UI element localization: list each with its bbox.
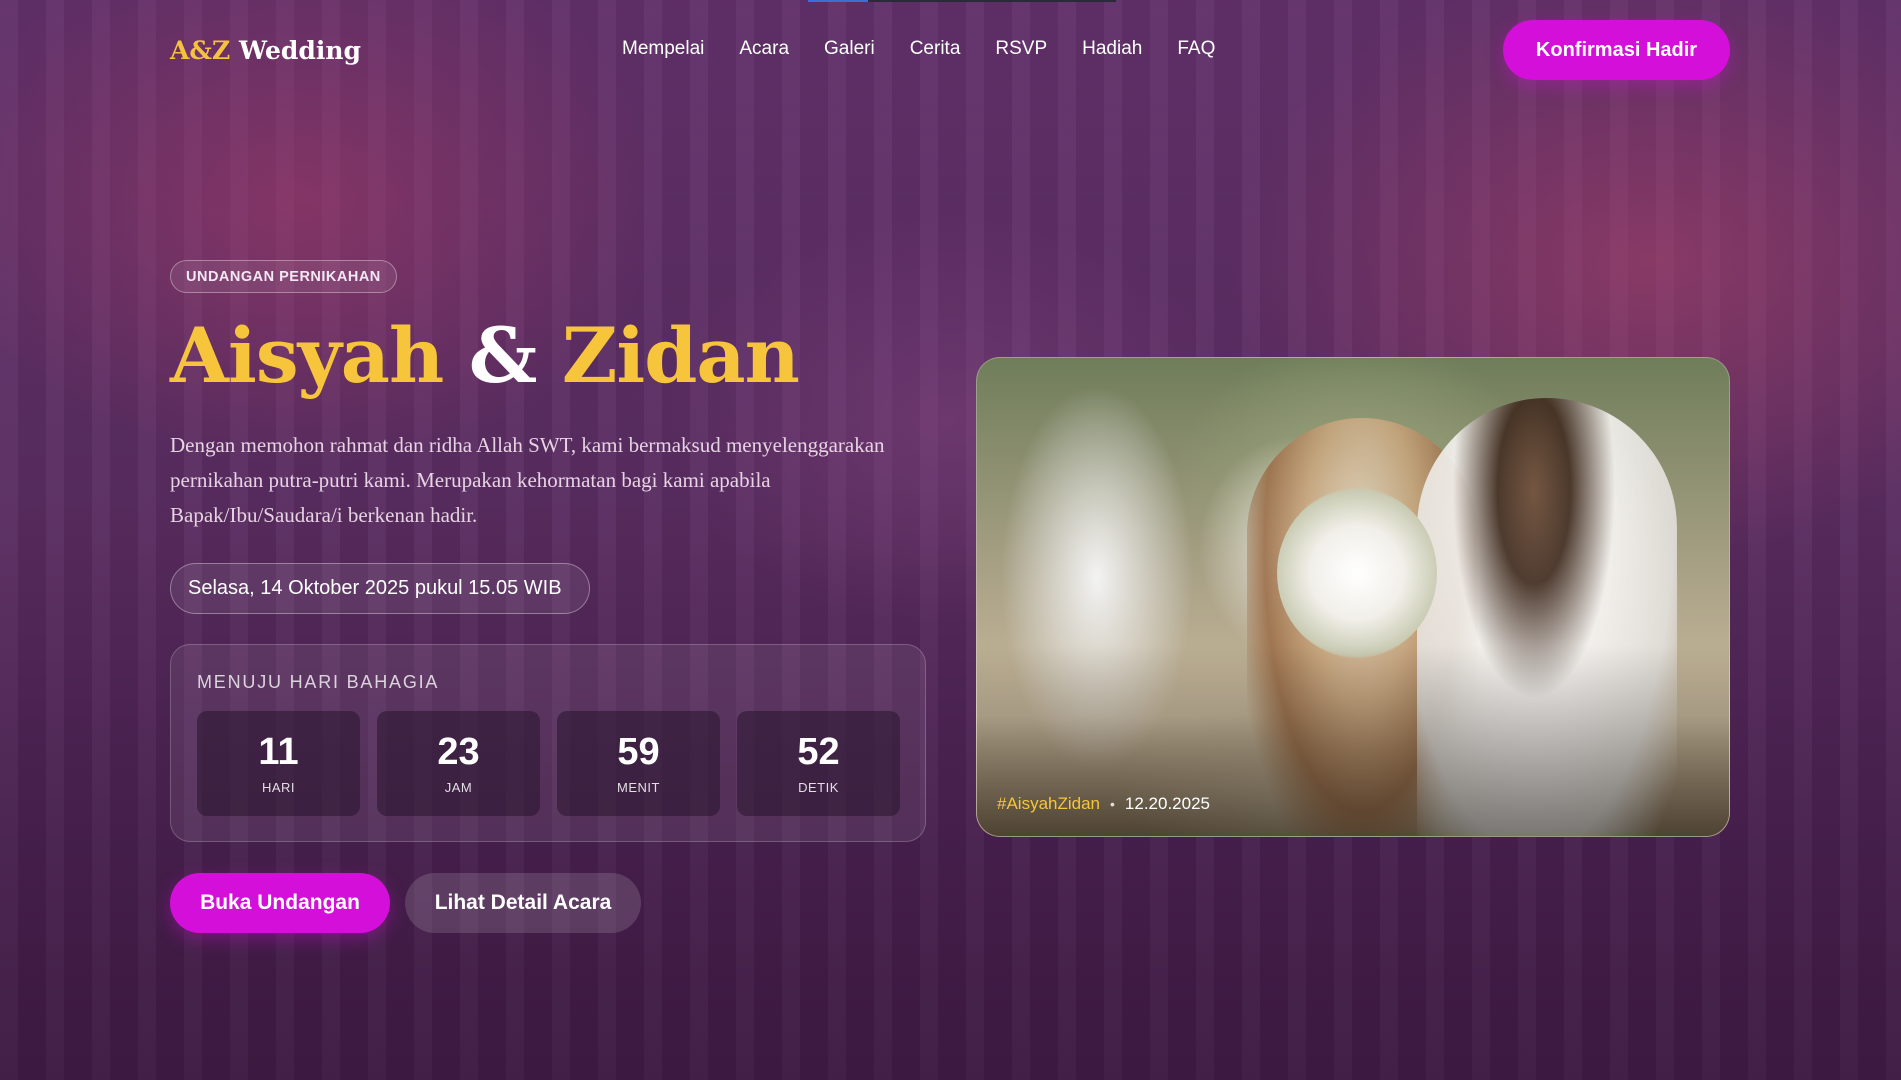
ampersand: &	[468, 311, 538, 400]
nav-item-mempelai[interactable]: Mempelai	[622, 38, 704, 60]
photo-hashtag: #AisyahZidan	[997, 794, 1101, 813]
countdown-value: 11	[258, 730, 299, 773]
countdown-title: MENUJU HARI BAHAGIA	[197, 672, 440, 692]
groom-name: Zidan	[561, 311, 800, 400]
photo-date: 12.20.2025	[1124, 794, 1211, 813]
photo-caption: #AisyahZidan • 12.20.2025	[997, 794, 1210, 814]
brand-logo[interactable]: A&Z Wedding	[170, 36, 361, 65]
countdown-hours: 23 JAM	[377, 711, 540, 816]
countdown-days: 11 HARI	[197, 711, 360, 816]
countdown-seconds: 52 DETIK	[737, 711, 900, 816]
nav-item-galeri[interactable]: Galeri	[824, 38, 875, 60]
top-progress-indicator	[808, 0, 1116, 2]
event-datetime: Selasa, 14 Oktober 2025 pukul 15.05 WIB	[170, 563, 590, 614]
photo-shade	[977, 358, 1729, 836]
brand-word: Wedding	[238, 36, 361, 65]
open-invitation-button[interactable]: Buka Undangan	[170, 873, 390, 933]
invitation-intro: Dengan memohon rahmat dan ridha Allah SW…	[170, 433, 885, 527]
countdown-label: JAM	[444, 779, 473, 795]
confirm-attendance-button[interactable]: Konfirmasi Hadir	[1503, 20, 1730, 80]
nav-item-cerita[interactable]: Cerita	[910, 38, 961, 60]
countdown-value: 59	[617, 730, 660, 773]
countdown-value: 52	[797, 730, 840, 773]
nav-item-acara[interactable]: Acara	[739, 38, 789, 60]
wedding-couple-photo: #AisyahZidan • 12.20.2025	[976, 357, 1730, 837]
event-details-button[interactable]: Lihat Detail Acara	[405, 873, 641, 933]
separator-dot: •	[1110, 796, 1115, 812]
countdown-label: DETIK	[798, 779, 839, 795]
countdown-panel: MENUJU HARI BAHAGIA 11 HARI 23 JAM 59 ME…	[170, 644, 926, 842]
brand-monogram: A&Z	[170, 36, 231, 65]
nav-item-rsvp[interactable]: RSVP	[995, 38, 1047, 60]
couple-names: Aisyah & Zidan	[170, 318, 800, 394]
nav-item-hadiah[interactable]: Hadiah	[1082, 38, 1142, 60]
countdown-minutes: 59 MENIT	[557, 711, 720, 816]
invitation-badge: UNDANGAN PERNIKAHAN	[170, 260, 397, 293]
main-nav: Mempelai Acara Galeri Cerita RSVP Hadiah…	[622, 38, 1215, 60]
bride-name: Aisyah	[170, 311, 444, 400]
nav-item-faq[interactable]: FAQ	[1177, 38, 1215, 60]
countdown-value: 23	[437, 730, 480, 773]
countdown-label: HARI	[261, 779, 296, 795]
countdown-grid: 11 HARI 23 JAM 59 MENIT 52 DETIK	[197, 711, 900, 816]
countdown-label: MENIT	[617, 779, 660, 795]
